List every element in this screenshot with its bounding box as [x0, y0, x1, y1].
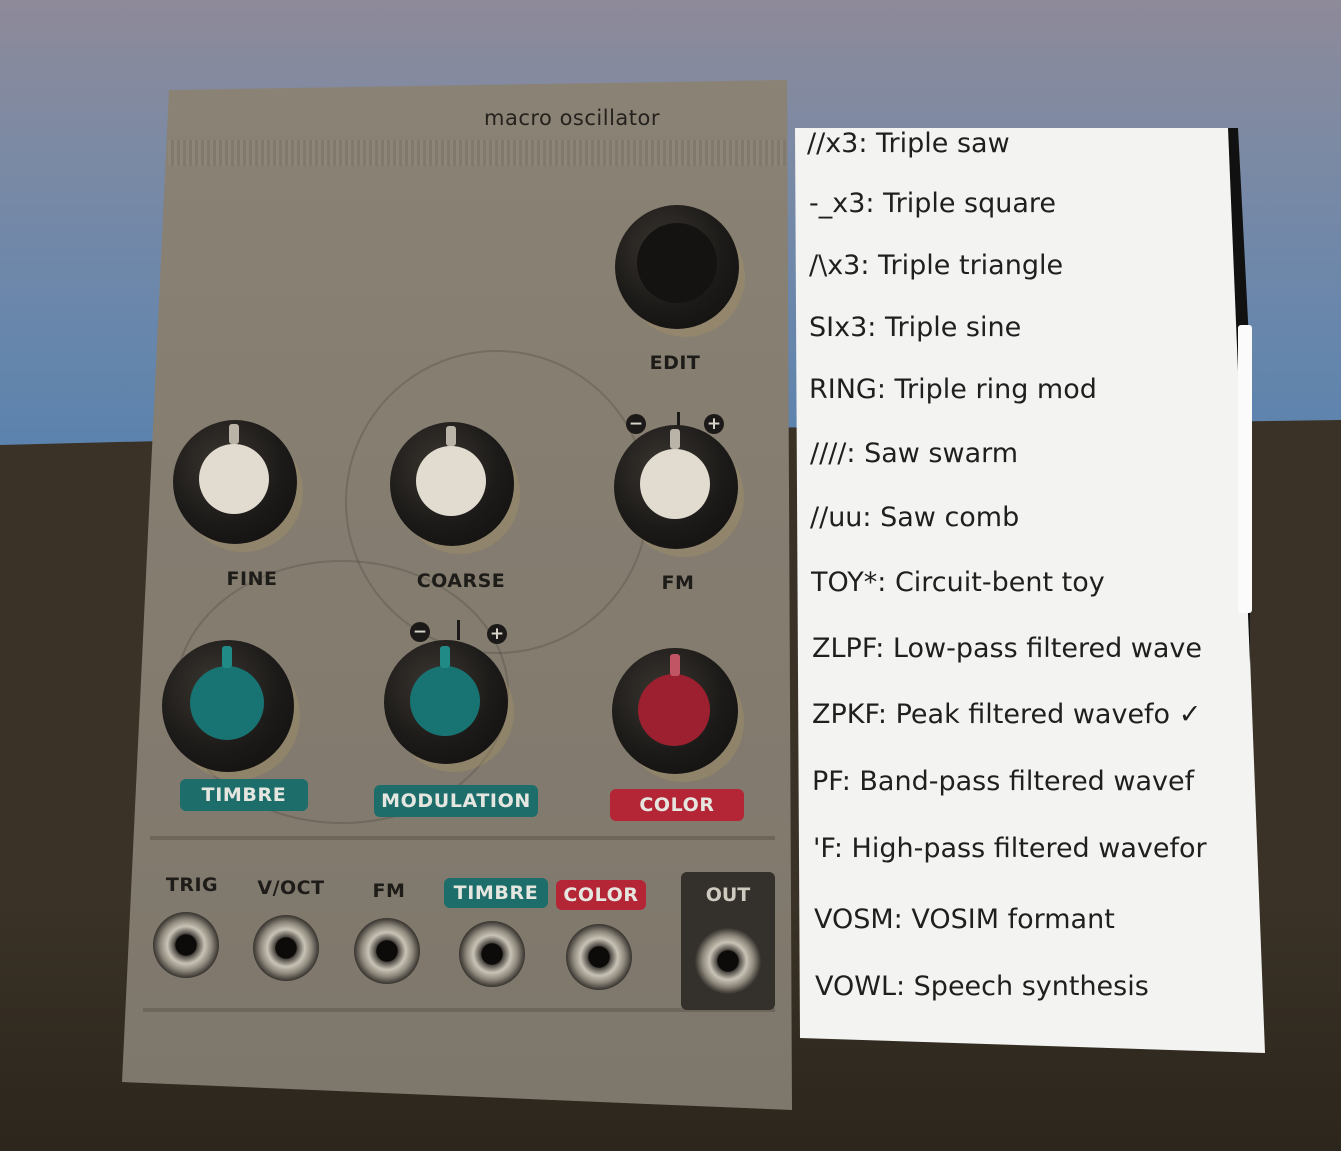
out-output-jack[interactable]	[695, 928, 761, 994]
fm-jack-label: FM	[372, 880, 406, 902]
edit-label: EDIT	[649, 352, 701, 374]
timbre-input-jack[interactable]	[459, 921, 525, 987]
timbre-knob[interactable]	[162, 640, 294, 772]
menu-item-triple-square[interactable]: -_x3: Triple square	[809, 188, 1229, 219]
minus-icon: −	[410, 622, 430, 642]
menu-item-peak-filtered[interactable]: ZPKF: Peak filtered wavefo ✓	[812, 699, 1247, 730]
fm-input-jack[interactable]	[354, 918, 420, 984]
menu-item-triple-saw[interactable]: //x3: Triple saw	[807, 128, 1227, 159]
modulation-knob[interactable]	[384, 640, 508, 764]
menu-item-saw-comb[interactable]: //uu: Saw comb	[810, 502, 1230, 533]
menu-item-vosim-formant[interactable]: VOSM: VOSIM formant	[814, 904, 1244, 935]
divider	[143, 1008, 775, 1012]
menu-item-saw-swarm[interactable]: ////: Saw swarm	[810, 438, 1230, 469]
fine-label: FINE	[226, 568, 278, 590]
plus-icon: +	[487, 624, 507, 644]
menu-item-band-pass-filtered[interactable]: PF: Band-pass filtered wavef	[812, 766, 1238, 797]
menu-item-label: ZPKF: Peak filtered wavefo	[812, 699, 1171, 730]
fine-knob[interactable]	[173, 420, 297, 544]
menu-item-speech-synthesis[interactable]: VOWL: Speech synthesis	[815, 971, 1245, 1002]
plus-icon: +	[704, 414, 724, 434]
fm-label: FM	[661, 572, 695, 594]
modulation-knob-label: MODULATION	[374, 785, 538, 817]
menu-scrollbar-thumb[interactable]	[1238, 325, 1252, 613]
voct-input-jack[interactable]	[253, 915, 319, 981]
fm-knob[interactable]	[614, 425, 738, 549]
menu-item-high-pass-filtered[interactable]: 'F: High-pass filtered wavefor	[813, 833, 1241, 864]
divider	[150, 836, 775, 840]
center-mark	[457, 620, 460, 640]
timbre-knob-label: TIMBRE	[180, 779, 308, 811]
timbre-jack-label: TIMBRE	[444, 878, 548, 908]
color-knob-label: COLOR	[610, 789, 744, 821]
menu-item-triple-sine[interactable]: SIx3: Triple sine	[809, 312, 1229, 343]
out-jack-label: OUT	[705, 884, 751, 906]
checkmark-icon: ✓	[1178, 699, 1202, 730]
color-input-jack[interactable]	[566, 924, 632, 990]
algorithm-context-menu: //x3: Triple saw -_x3: Triple square /\x…	[795, 128, 1265, 1053]
trig-jack-label: TRIG	[165, 874, 219, 896]
title-band	[168, 140, 786, 166]
minus-icon: −	[626, 414, 646, 434]
menu-item-circuit-bent-toy[interactable]: TOY*: Circuit-bent toy	[811, 567, 1231, 598]
coarse-knob[interactable]	[390, 422, 514, 546]
menu-item-triple-ring-mod[interactable]: RING: Triple ring mod	[809, 374, 1229, 405]
edit-knob[interactable]	[615, 205, 739, 329]
menu-item-triple-triangle[interactable]: /\x3: Triple triangle	[809, 250, 1229, 281]
color-knob[interactable]	[612, 648, 738, 774]
trig-input-jack[interactable]	[153, 912, 219, 978]
coarse-label: COARSE	[416, 570, 506, 592]
color-jack-label: COLOR	[556, 880, 646, 910]
voct-jack-label: V/OCT	[257, 877, 325, 899]
module-title: macro oscillator	[484, 106, 660, 130]
menu-item-low-pass-filtered[interactable]: ZLPF: Low-pass filtered wave	[812, 633, 1234, 664]
